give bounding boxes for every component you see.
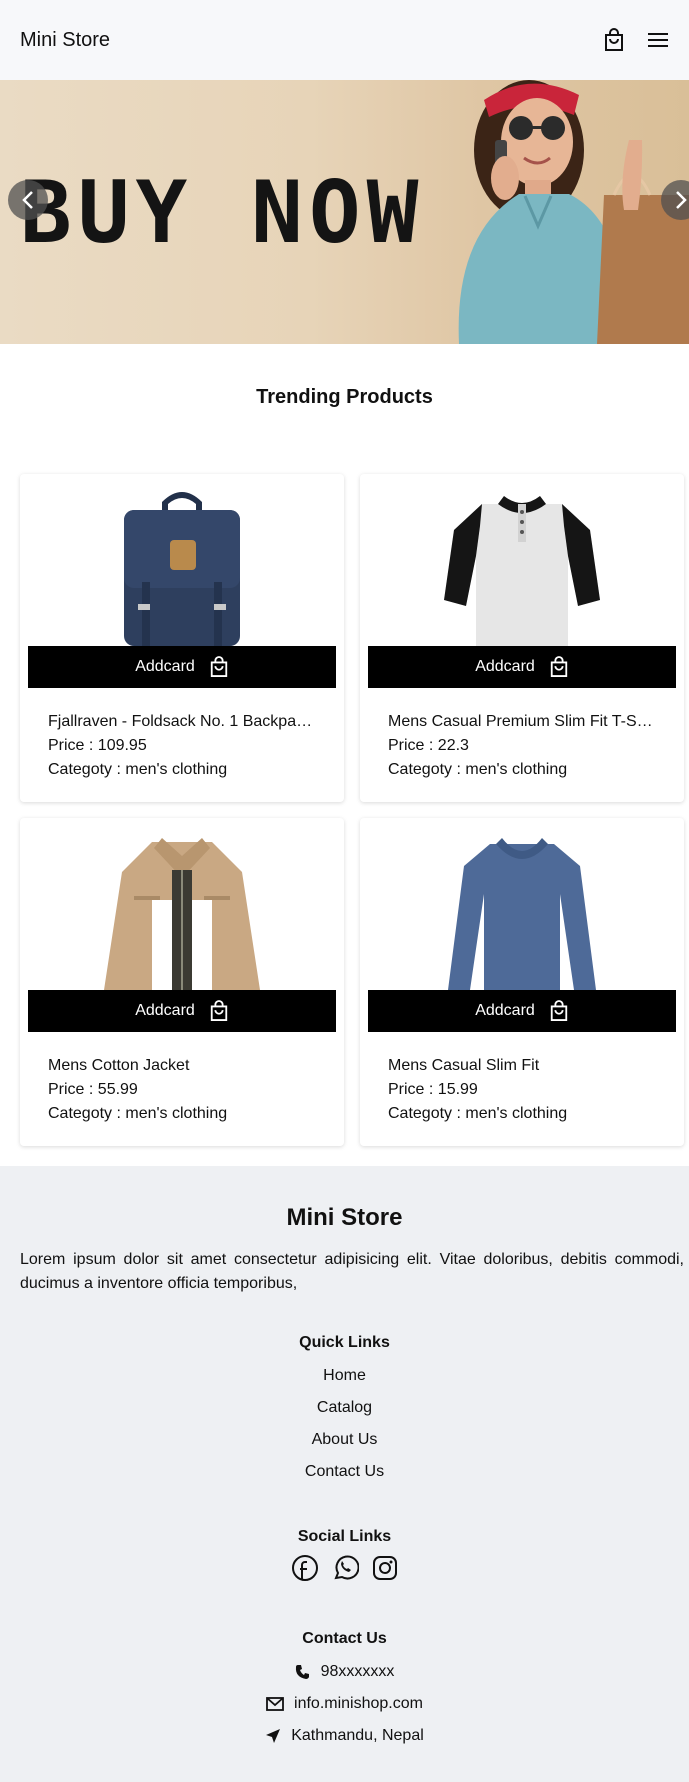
- addcard-button[interactable]: Addcard: [368, 990, 676, 1032]
- product-image-backpack[interactable]: [28, 482, 336, 646]
- product-category: Categoty : men's clothing: [48, 1105, 228, 1122]
- hero-model-image: [458, 80, 689, 344]
- product-category: Categoty : men's clothing: [388, 1105, 568, 1122]
- contact-phone-text[interactable]: 98xxxxxxx: [321, 1656, 395, 1688]
- quick-links-title: Quick Links: [299, 1334, 390, 1351]
- addcard-button[interactable]: Addcard: [28, 646, 336, 688]
- contact-address-text: Kathmandu, Nepal: [291, 1727, 424, 1744]
- chevron-right-icon: [676, 191, 687, 209]
- hamburger-menu-icon[interactable]: [647, 32, 669, 48]
- contact-section: Contact Us 98xxxxxxx info.minishop.com K…: [0, 1630, 689, 1752]
- contact-email-text[interactable]: info.minishop.com: [294, 1688, 423, 1720]
- product-title[interactable]: Mens Casual Premium Slim Fit T-Shirts: [388, 710, 658, 734]
- social-links: Social Links: [0, 1528, 689, 1582]
- top-navbar: Mini Store: [0, 0, 689, 80]
- contact-email: info.minishop.com: [0, 1688, 689, 1720]
- product-info: Mens Casual Premium Slim Fit T-Shirts Pr…: [368, 688, 676, 782]
- contact-phone: 98xxxxxxx: [0, 1656, 689, 1688]
- shopping-bag-icon: [550, 1000, 567, 1021]
- chevron-left-icon: [22, 191, 33, 209]
- product-image-longsleeve[interactable]: [368, 826, 676, 990]
- shopping-bag-icon: [550, 656, 567, 677]
- product-title[interactable]: Mens Casual Slim Fit: [388, 1054, 658, 1078]
- product-card[interactable]: Addcard Mens Casual Slim Fit Price : 15.…: [360, 818, 684, 1146]
- mail-icon: [266, 1697, 284, 1711]
- shopping-bag-icon[interactable]: [603, 28, 625, 52]
- contact-title: Contact Us: [302, 1630, 387, 1647]
- hero-carousel: BUY NOW: [0, 80, 689, 344]
- product-card[interactable]: Addcard Mens Cotton Jacket Price : 55.99…: [20, 818, 344, 1146]
- brand-logo[interactable]: Mini Store: [20, 29, 110, 52]
- product-grid: Addcard Fjallraven - Foldsack No. 1 Back…: [20, 474, 684, 1146]
- product-price: Price : 109.95: [48, 737, 147, 754]
- product-card[interactable]: Addcard Mens Casual Premium Slim Fit T-S…: [360, 474, 684, 802]
- instagram-icon[interactable]: [371, 1554, 399, 1582]
- carousel-prev-button[interactable]: [8, 180, 48, 220]
- product-category: Categoty : men's clothing: [48, 761, 228, 778]
- social-icons-row: [0, 1554, 689, 1582]
- footer-link-catalog[interactable]: Catalog: [0, 1392, 689, 1424]
- header-icons: [603, 28, 669, 52]
- product-info: Fjallraven - Foldsack No. 1 Backpack, Fi…: [28, 688, 336, 782]
- product-title[interactable]: Fjallraven - Foldsack No. 1 Backpack, Fi…: [48, 710, 318, 734]
- hero-headline: BUY NOW: [20, 163, 425, 263]
- product-info: Mens Cotton Jacket Price : 55.99 Categot…: [28, 1032, 336, 1126]
- social-links-title: Social Links: [297, 1528, 392, 1545]
- product-category: Categoty : men's clothing: [388, 761, 568, 778]
- product-image-tshirt[interactable]: [368, 482, 676, 646]
- addcard-label: Addcard: [135, 658, 195, 675]
- product-image-jacket[interactable]: [28, 826, 336, 990]
- shopping-bag-icon: [210, 1000, 227, 1021]
- footer-link-contact[interactable]: Contact Us: [0, 1456, 689, 1488]
- addcard-button[interactable]: Addcard: [28, 990, 336, 1032]
- footer-link-about[interactable]: About Us: [0, 1424, 689, 1456]
- quick-links: Quick Links Home Catalog About Us Contac…: [0, 1334, 689, 1488]
- product-price: Price : 55.99: [48, 1081, 138, 1098]
- addcard-label: Addcard: [475, 658, 535, 675]
- contact-address: Kathmandu, Nepal: [0, 1720, 689, 1752]
- product-card[interactable]: Addcard Fjallraven - Foldsack No. 1 Back…: [20, 474, 344, 802]
- addcard-label: Addcard: [135, 1002, 195, 1019]
- product-price: Price : 22.3: [388, 737, 469, 754]
- footer-description: Lorem ipsum dolor sit amet consectetur a…: [20, 1251, 684, 1292]
- footer-link-home[interactable]: Home: [0, 1360, 689, 1392]
- location-arrow-icon: [266, 1729, 281, 1743]
- section-title: Trending Products: [256, 386, 433, 408]
- footer-brand: Mini Store: [286, 1204, 403, 1231]
- phone-icon: [295, 1665, 309, 1679]
- product-price: Price : 15.99: [388, 1081, 478, 1098]
- site-footer: Mini Store Lorem ipsum dolor sit amet co…: [0, 1166, 689, 1782]
- shopping-bag-icon: [210, 656, 227, 677]
- addcard-button[interactable]: Addcard: [368, 646, 676, 688]
- addcard-label: Addcard: [475, 1002, 535, 1019]
- product-info: Mens Casual Slim Fit Price : 15.99 Categ…: [368, 1032, 676, 1126]
- product-title[interactable]: Mens Cotton Jacket: [48, 1054, 318, 1078]
- facebook-icon[interactable]: [291, 1554, 319, 1582]
- whatsapp-icon[interactable]: [331, 1554, 359, 1582]
